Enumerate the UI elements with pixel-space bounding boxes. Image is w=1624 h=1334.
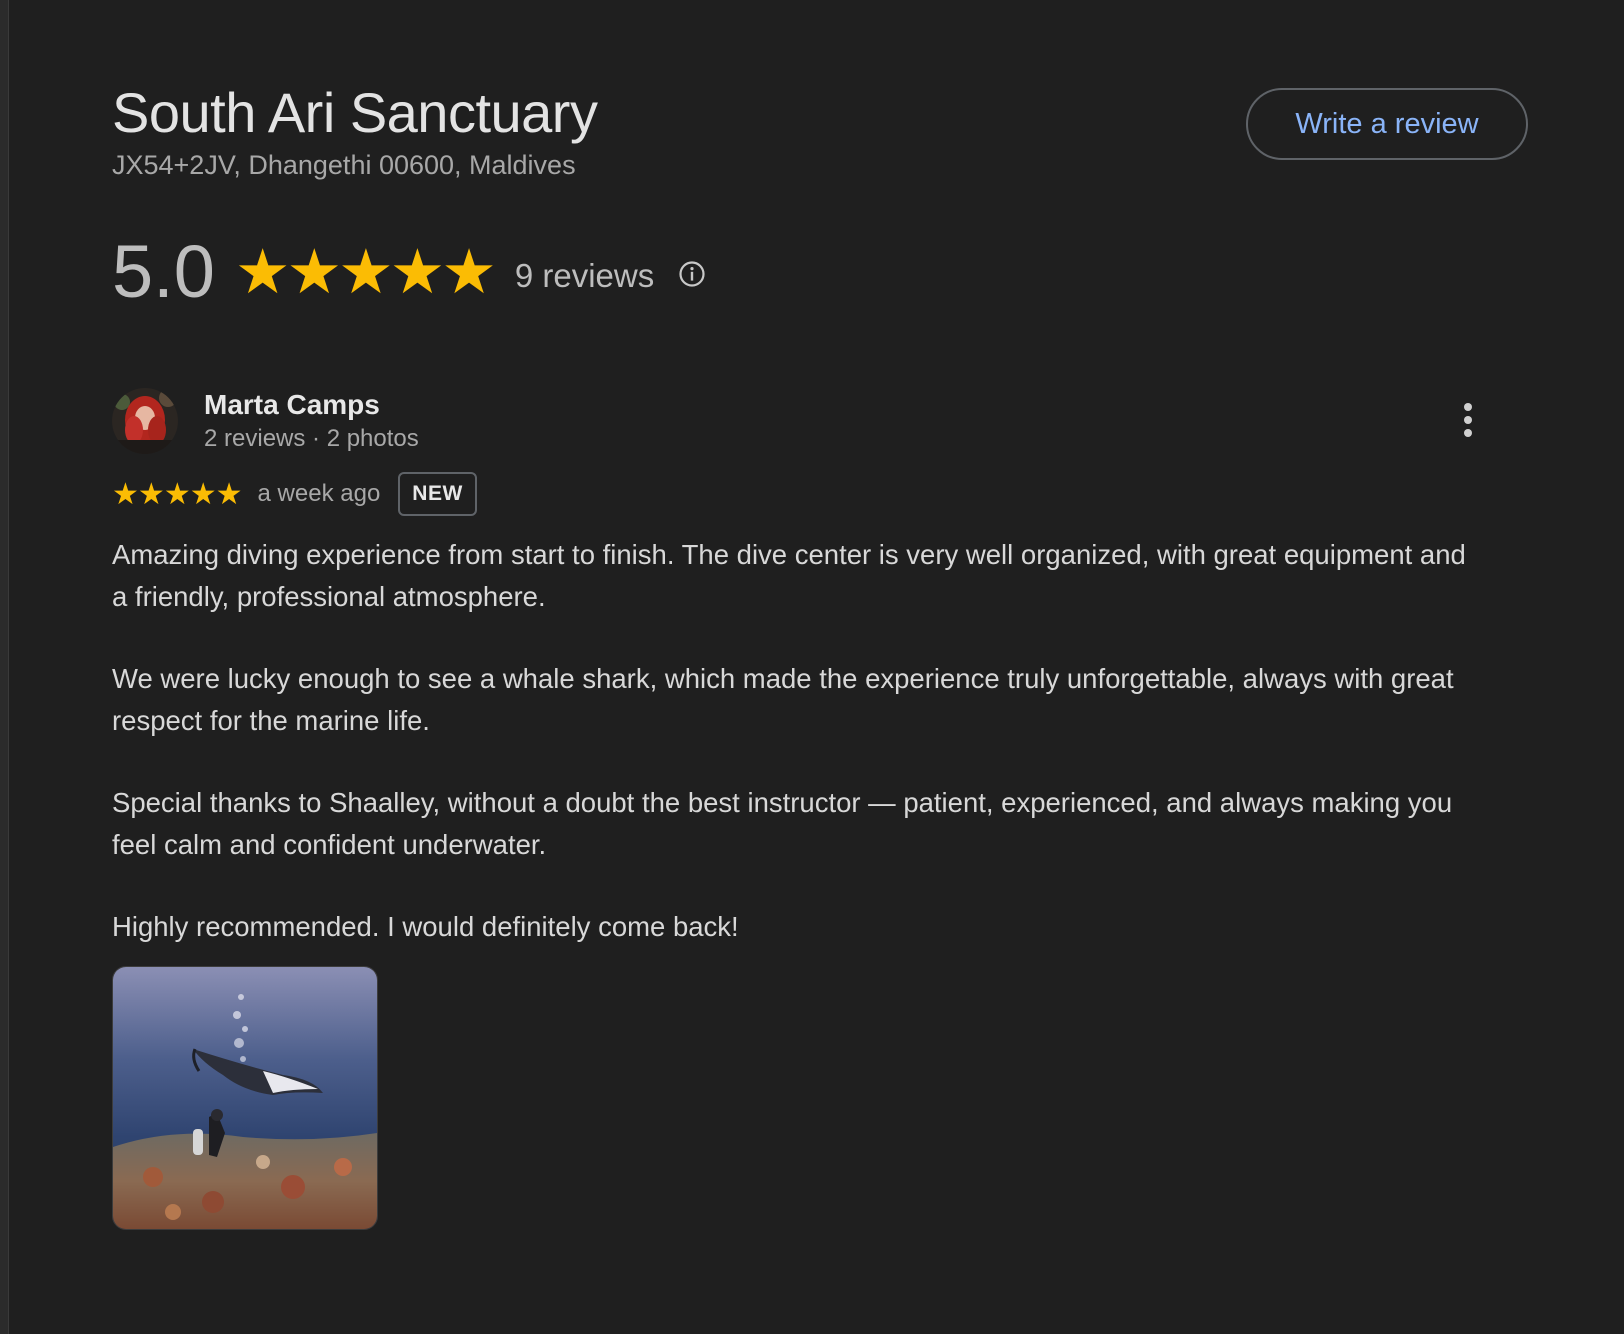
star-icon: ★ — [189, 477, 217, 511]
rating-summary: 5.0 ★ ★ ★ ★ ★ 9 reviews — [112, 226, 706, 316]
star-icon: ★ — [234, 237, 291, 307]
review-card: Marta Camps 2 reviews · 2 photos ★★★★★ a… — [112, 388, 1512, 1230]
place-address: JX54+2JV, Dhangethi 00600, Maldives — [112, 150, 576, 180]
rating-score: 5.0 — [112, 229, 215, 313]
review-paragraph: Amazing diving experience from start to … — [112, 539, 1466, 612]
info-icon[interactable] — [678, 260, 706, 288]
reviewer-meta: 2 reviews · 2 photos — [204, 425, 419, 452]
star-icon: ★ — [286, 237, 342, 307]
star-icon: ★ — [338, 237, 394, 307]
review-photo[interactable] — [112, 965, 378, 1230]
write-review-button[interactable]: Write a review — [1246, 88, 1528, 160]
review-text: Amazing diving experience from start to … — [112, 534, 1472, 948]
reviews-page: South Ari Sanctuary JX54+2JV, Dhangethi … — [0, 0, 1624, 1334]
star-icon: ★ — [215, 477, 243, 511]
star-icon: ★ — [163, 477, 191, 511]
more-vert-icon — [1464, 403, 1472, 437]
review-time: a week ago — [257, 480, 381, 507]
review-paragraph: Special thanks to Shaalley, without a do… — [112, 787, 1453, 860]
review-rating-row: ★★★★★ a week ago NEW — [112, 472, 1512, 516]
star-icon: ★ — [112, 477, 139, 511]
reviewer-header: Marta Camps 2 reviews · 2 photos — [112, 388, 1512, 454]
review-count[interactable]: 9 reviews — [515, 257, 654, 295]
place-header: South Ari Sanctuary JX54+2JV, Dhangethi … — [112, 78, 598, 181]
rating-stars: ★ ★ ★ ★ ★ — [234, 235, 497, 308]
star-icon: ★ — [389, 237, 446, 307]
review-paragraph: Highly recommended. I would definitely c… — [112, 911, 739, 942]
new-badge: NEW — [398, 472, 477, 516]
underwater-manta-photo — [113, 966, 377, 1229]
avatar[interactable] — [112, 388, 178, 454]
review-paragraph: We were lucky enough to see a whale shar… — [112, 663, 1454, 736]
star-icon: ★ — [441, 237, 497, 307]
left-window-edge — [0, 0, 9, 1334]
review-stars: ★★★★★ — [112, 477, 243, 512]
reviewer-name[interactable]: Marta Camps — [204, 389, 419, 421]
star-icon: ★ — [137, 477, 165, 511]
place-title: South Ari Sanctuary — [112, 81, 598, 144]
more-options-button[interactable] — [1444, 388, 1492, 454]
